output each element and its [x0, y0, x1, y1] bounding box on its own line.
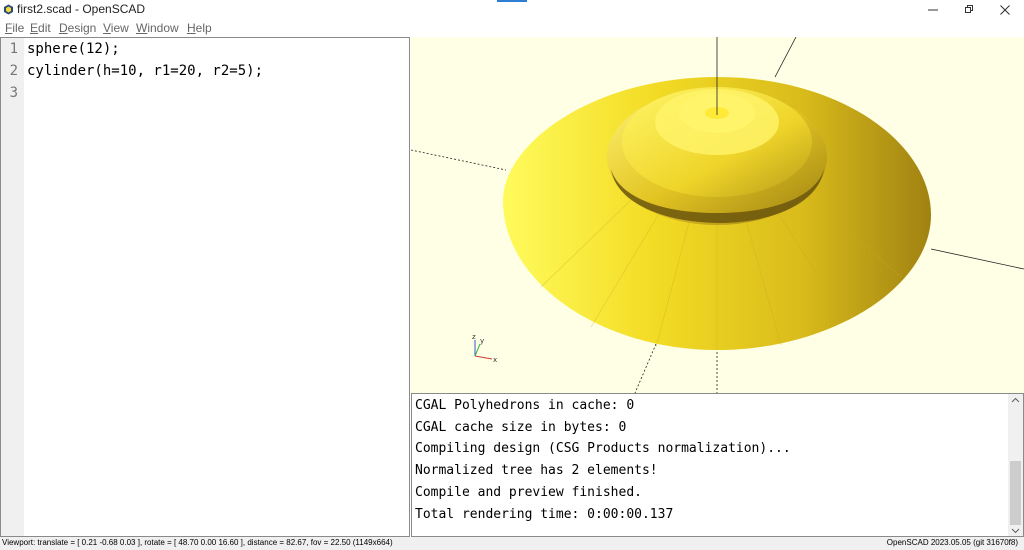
code-line[interactable]: sphere(12); [27, 41, 120, 57]
menu-design[interactable]: Design [59, 21, 96, 35]
scroll-thumb[interactable] [1010, 461, 1021, 525]
close-button[interactable] [987, 0, 1023, 19]
axis-label-z: z [472, 333, 476, 341]
version-status: OpenSCAD 2023.05.05 (git 31670f8) [886, 538, 1018, 547]
console-line: Compile and preview finished. [415, 485, 642, 500]
openscad-icon [4, 4, 13, 15]
title-bar: first2.scad - OpenSCAD [0, 0, 1024, 19]
minimize-button[interactable] [915, 0, 951, 19]
console-line: Compiling design (CSG Products normaliza… [415, 441, 791, 456]
menu-edit[interactable]: Edit [30, 21, 51, 35]
menu-window[interactable]: Window [136, 21, 179, 35]
console-line: CGAL Polyhedrons in cache: 0 [415, 398, 635, 413]
3d-viewport[interactable]: x y z [411, 37, 1024, 393]
window-title: first2.scad - OpenSCAD [17, 2, 146, 16]
console-line: Normalized tree has 2 elements! [415, 463, 658, 478]
viewport-status: Viewport: translate = [ 0.21 -0.68 0.03 … [2, 538, 393, 547]
cone-model [503, 37, 931, 350]
minimize-icon [928, 9, 938, 11]
3d-view-canvas[interactable]: x y z [411, 37, 1024, 393]
menu-help[interactable]: Help [187, 21, 212, 35]
title-accent [497, 0, 527, 2]
code-editor[interactable]: 1 2 3 sphere(12); cylinder(h=10, r1=20, … [0, 37, 410, 537]
menu-file[interactable]: File [5, 21, 24, 35]
console-line: Total rendering time: 0:00:00.137 [415, 507, 674, 522]
close-icon [1000, 5, 1010, 15]
console-scrollbar[interactable] [1008, 394, 1023, 536]
status-bar: Viewport: translate = [ 0.21 -0.68 0.03 … [0, 537, 1024, 550]
axes-indicator: x y z [472, 333, 497, 364]
scroll-up-icon[interactable] [1011, 396, 1020, 405]
line-number: 3 [9, 85, 18, 101]
axis-label-x: x [493, 356, 497, 364]
axis-label-y: y [480, 337, 484, 345]
code-line[interactable]: cylinder(h=10, r1=20, r2=5); [27, 63, 263, 79]
line-number: 2 [9, 63, 18, 79]
line-number-gutter: 1 2 3 [1, 38, 24, 536]
menu-view[interactable]: View [103, 21, 129, 35]
line-number: 1 [9, 41, 18, 57]
scroll-down-icon[interactable] [1011, 526, 1020, 535]
menu-bar: File Edit Design View Window Help [0, 19, 1024, 37]
restore-icon [965, 5, 973, 13]
restore-button[interactable] [951, 0, 987, 19]
console-line: CGAL cache size in bytes: 0 [415, 420, 627, 435]
console-panel[interactable]: CGAL Polyhedrons in cache: 0 CGAL cache … [411, 393, 1024, 537]
